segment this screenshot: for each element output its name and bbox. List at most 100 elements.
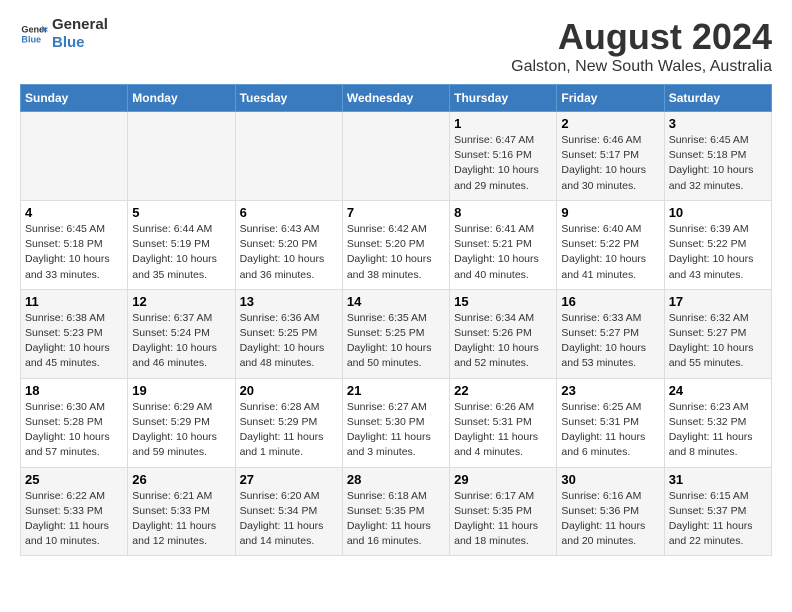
day-number: 10	[669, 205, 767, 220]
day-number: 26	[132, 472, 230, 487]
day-number: 20	[240, 383, 338, 398]
day-info: Sunrise: 6:16 AMSunset: 5:36 PMDaylight:…	[561, 489, 659, 550]
day-info: Sunrise: 6:44 AMSunset: 5:19 PMDaylight:…	[132, 222, 230, 283]
calendar-cell: 26 Sunrise: 6:21 AMSunset: 5:33 PMDayligh…	[128, 467, 235, 556]
day-info: Sunrise: 6:35 AMSunset: 5:25 PMDaylight:…	[347, 311, 445, 372]
calendar-cell: 19 Sunrise: 6:29 AMSunset: 5:29 PMDayligh…	[128, 378, 235, 467]
title-block: August 2024 Galston, New South Wales, Au…	[511, 16, 772, 76]
calendar-cell: 15 Sunrise: 6:34 AMSunset: 5:26 PMDayligh…	[450, 289, 557, 378]
calendar-week-4: 18 Sunrise: 6:30 AMSunset: 5:28 PMDayligh…	[21, 378, 772, 467]
header-monday: Monday	[128, 85, 235, 112]
day-number: 31	[669, 472, 767, 487]
calendar-cell	[235, 112, 342, 201]
day-info: Sunrise: 6:36 AMSunset: 5:25 PMDaylight:…	[240, 311, 338, 372]
calendar-cell: 29 Sunrise: 6:17 AMSunset: 5:35 PMDayligh…	[450, 467, 557, 556]
day-number: 5	[132, 205, 230, 220]
header-wednesday: Wednesday	[342, 85, 449, 112]
day-info: Sunrise: 6:20 AMSunset: 5:34 PMDaylight:…	[240, 489, 338, 550]
day-number: 25	[25, 472, 123, 487]
day-info: Sunrise: 6:23 AMSunset: 5:32 PMDaylight:…	[669, 400, 767, 461]
day-info: Sunrise: 6:39 AMSunset: 5:22 PMDaylight:…	[669, 222, 767, 283]
calendar-week-1: 1 Sunrise: 6:47 AMSunset: 5:16 PMDaylight…	[21, 112, 772, 201]
page-header: General Blue General Blue August 2024 Ga…	[20, 16, 772, 76]
day-info: Sunrise: 6:34 AMSunset: 5:26 PMDaylight:…	[454, 311, 552, 372]
day-info: Sunrise: 6:27 AMSunset: 5:30 PMDaylight:…	[347, 400, 445, 461]
logo-icon: General Blue	[20, 20, 48, 48]
calendar-header-row: SundayMondayTuesdayWednesdayThursdayFrid…	[21, 85, 772, 112]
calendar-cell: 18 Sunrise: 6:30 AMSunset: 5:28 PMDayligh…	[21, 378, 128, 467]
calendar-cell: 31 Sunrise: 6:15 AMSunset: 5:37 PMDayligh…	[664, 467, 771, 556]
calendar-cell: 23 Sunrise: 6:25 AMSunset: 5:31 PMDayligh…	[557, 378, 664, 467]
day-number: 18	[25, 383, 123, 398]
calendar-cell: 27Sunrise: 6:20 AMSunset: 5:34 PMDayligh…	[235, 467, 342, 556]
day-info: Sunrise: 6:45 AMSunset: 5:18 PMDaylight:…	[669, 133, 767, 194]
calendar-cell: 21Sunrise: 6:27 AMSunset: 5:30 PMDayligh…	[342, 378, 449, 467]
day-number: 17	[669, 294, 767, 309]
day-number: 19	[132, 383, 230, 398]
day-info: Sunrise: 6:17 AMSunset: 5:35 PMDaylight:…	[454, 489, 552, 550]
day-info: Sunrise: 6:29 AMSunset: 5:29 PMDaylight:…	[132, 400, 230, 461]
calendar-cell: 4Sunrise: 6:45 AMSunset: 5:18 PMDaylight…	[21, 200, 128, 289]
day-number: 29	[454, 472, 552, 487]
day-info: Sunrise: 6:26 AMSunset: 5:31 PMDaylight:…	[454, 400, 552, 461]
day-number: 23	[561, 383, 659, 398]
calendar-cell: 11 Sunrise: 6:38 AMSunset: 5:23 PMDayligh…	[21, 289, 128, 378]
calendar-cell: 20 Sunrise: 6:28 AMSunset: 5:29 PMDayligh…	[235, 378, 342, 467]
day-info: Sunrise: 6:40 AMSunset: 5:22 PMDaylight:…	[561, 222, 659, 283]
page-subtitle: Galston, New South Wales, Australia	[511, 58, 772, 76]
day-info: Sunrise: 6:47 AMSunset: 5:16 PMDaylight:…	[454, 133, 552, 194]
day-number: 3	[669, 116, 767, 131]
calendar-cell: 6Sunrise: 6:43 AMSunset: 5:20 PMDaylight…	[235, 200, 342, 289]
day-number: 24	[669, 383, 767, 398]
calendar-cell: 1 Sunrise: 6:47 AMSunset: 5:16 PMDaylight…	[450, 112, 557, 201]
day-info: Sunrise: 6:46 AMSunset: 5:17 PMDaylight:…	[561, 133, 659, 194]
header-thursday: Thursday	[450, 85, 557, 112]
day-info: Sunrise: 6:32 AMSunset: 5:27 PMDaylight:…	[669, 311, 767, 372]
day-info: Sunrise: 6:42 AMSunset: 5:20 PMDaylight:…	[347, 222, 445, 283]
calendar-cell: 16Sunrise: 6:33 AMSunset: 5:27 PMDayligh…	[557, 289, 664, 378]
calendar-week-2: 4Sunrise: 6:45 AMSunset: 5:18 PMDaylight…	[21, 200, 772, 289]
calendar-cell: 7 Sunrise: 6:42 AMSunset: 5:20 PMDaylight…	[342, 200, 449, 289]
calendar-cell: 13 Sunrise: 6:36 AMSunset: 5:25 PMDayligh…	[235, 289, 342, 378]
logo-text-general: General	[52, 16, 108, 34]
calendar-cell	[128, 112, 235, 201]
day-number: 4	[25, 205, 123, 220]
calendar-week-3: 11 Sunrise: 6:38 AMSunset: 5:23 PMDayligh…	[21, 289, 772, 378]
day-number: 28	[347, 472, 445, 487]
day-info: Sunrise: 6:37 AMSunset: 5:24 PMDaylight:…	[132, 311, 230, 372]
day-info: Sunrise: 6:28 AMSunset: 5:29 PMDaylight:…	[240, 400, 338, 461]
day-number: 30	[561, 472, 659, 487]
day-info: Sunrise: 6:22 AMSunset: 5:33 PMDaylight:…	[25, 489, 123, 550]
day-number: 16	[561, 294, 659, 309]
calendar-cell: 24 Sunrise: 6:23 AMSunset: 5:32 PMDayligh…	[664, 378, 771, 467]
day-info: Sunrise: 6:38 AMSunset: 5:23 PMDaylight:…	[25, 311, 123, 372]
day-number: 11	[25, 294, 123, 309]
day-number: 7	[347, 205, 445, 220]
calendar-cell: 5 Sunrise: 6:44 AMSunset: 5:19 PMDaylight…	[128, 200, 235, 289]
calendar-cell: 17 Sunrise: 6:32 AMSunset: 5:27 PMDayligh…	[664, 289, 771, 378]
header-saturday: Saturday	[664, 85, 771, 112]
day-info: Sunrise: 6:15 AMSunset: 5:37 PMDaylight:…	[669, 489, 767, 550]
day-number: 22	[454, 383, 552, 398]
day-number: 1	[454, 116, 552, 131]
header-friday: Friday	[557, 85, 664, 112]
calendar-cell: 30 Sunrise: 6:16 AMSunset: 5:36 PMDayligh…	[557, 467, 664, 556]
logo-text-blue: Blue	[52, 34, 108, 52]
calendar-cell: 2 Sunrise: 6:46 AMSunset: 5:17 PMDaylight…	[557, 112, 664, 201]
day-info: Sunrise: 6:18 AMSunset: 5:35 PMDaylight:…	[347, 489, 445, 550]
day-info: Sunrise: 6:30 AMSunset: 5:28 PMDaylight:…	[25, 400, 123, 461]
calendar-cell: 28 Sunrise: 6:18 AMSunset: 5:35 PMDayligh…	[342, 467, 449, 556]
day-info: Sunrise: 6:25 AMSunset: 5:31 PMDaylight:…	[561, 400, 659, 461]
day-number: 14	[347, 294, 445, 309]
logo: General Blue General Blue	[20, 16, 108, 52]
day-number: 15	[454, 294, 552, 309]
day-info: Sunrise: 6:21 AMSunset: 5:33 PMDaylight:…	[132, 489, 230, 550]
calendar-cell: 12Sunrise: 6:37 AMSunset: 5:24 PMDayligh…	[128, 289, 235, 378]
page-title: August 2024	[511, 16, 772, 58]
calendar-cell: 22 Sunrise: 6:26 AMSunset: 5:31 PMDayligh…	[450, 378, 557, 467]
day-number: 13	[240, 294, 338, 309]
day-number: 2	[561, 116, 659, 131]
header-sunday: Sunday	[21, 85, 128, 112]
day-info: Sunrise: 6:41 AMSunset: 5:21 PMDaylight:…	[454, 222, 552, 283]
day-number: 8	[454, 205, 552, 220]
